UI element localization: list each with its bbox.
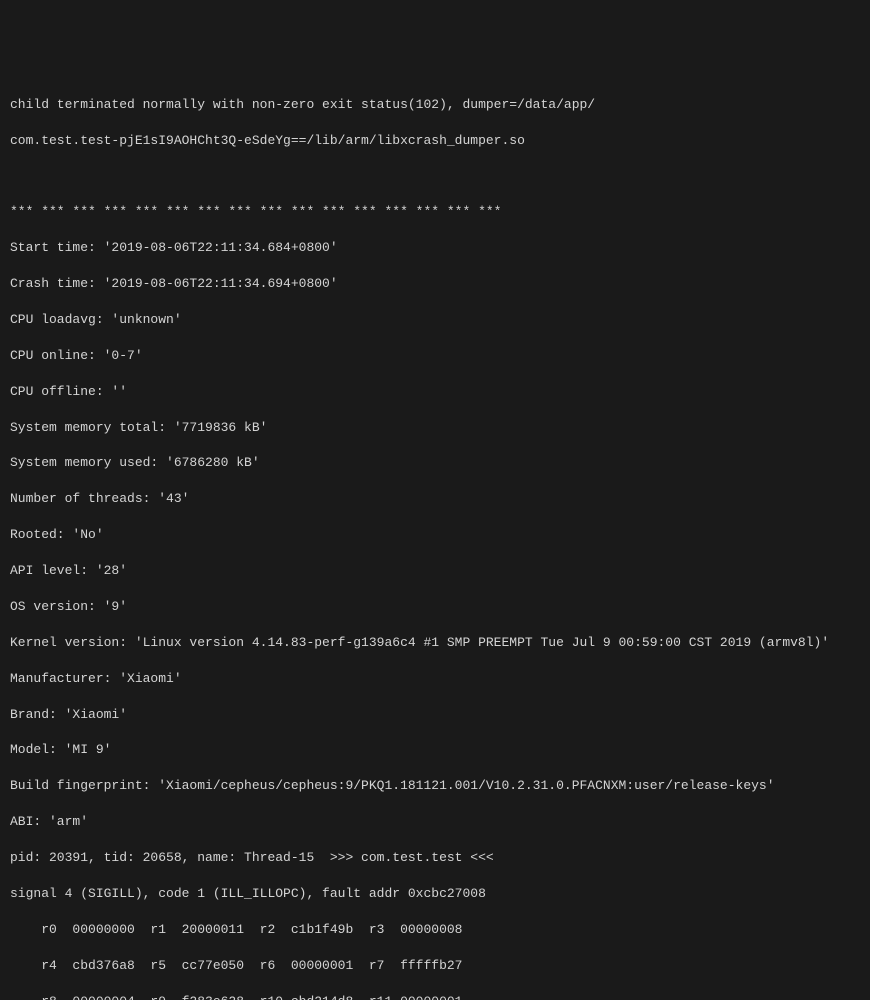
model: Model: 'MI 9' <box>10 741 860 759</box>
kernel-version: Kernel version: 'Linux version 4.14.83-p… <box>10 634 860 652</box>
brand: Brand: 'Xiaomi' <box>10 706 860 724</box>
blank-line <box>10 167 860 185</box>
pid-tid: pid: 20391, tid: 20658, name: Thread-15 … <box>10 849 860 867</box>
registers-row-1: r0 00000000 r1 20000011 r2 c1b1f49b r3 0… <box>10 921 860 939</box>
mem-used: System memory used: '6786280 kB' <box>10 454 860 472</box>
rooted: Rooted: 'No' <box>10 526 860 544</box>
cpu-loadavg: CPU loadavg: 'unknown' <box>10 311 860 329</box>
crash-log-output: child terminated normally with non-zero … <box>10 78 860 1000</box>
manufacturer: Manufacturer: 'Xiaomi' <box>10 670 860 688</box>
separator-line: *** *** *** *** *** *** *** *** *** *** … <box>10 203 860 221</box>
build-fingerprint: Build fingerprint: 'Xiaomi/cepheus/cephe… <box>10 777 860 795</box>
abi: ABI: 'arm' <box>10 813 860 831</box>
header-line-1: child terminated normally with non-zero … <box>10 96 860 114</box>
mem-total: System memory total: '7719836 kB' <box>10 419 860 437</box>
registers-row-3: r8 00000004 r9 f283e628 r10 cbd214d8 r11… <box>10 993 860 1000</box>
os-version: OS version: '9' <box>10 598 860 616</box>
registers-row-2: r4 cbd376a8 r5 cc77e050 r6 00000001 r7 f… <box>10 957 860 975</box>
api-level: API level: '28' <box>10 562 860 580</box>
crash-time: Crash time: '2019-08-06T22:11:34.694+080… <box>10 275 860 293</box>
header-line-2: com.test.test-pjE1sI9AOHCht3Q-eSdeYg==/l… <box>10 132 860 150</box>
cpu-online: CPU online: '0-7' <box>10 347 860 365</box>
cpu-offline: CPU offline: '' <box>10 383 860 401</box>
signal-info: signal 4 (SIGILL), code 1 (ILL_ILLOPC), … <box>10 885 860 903</box>
num-threads: Number of threads: '43' <box>10 490 860 508</box>
start-time: Start time: '2019-08-06T22:11:34.684+080… <box>10 239 860 257</box>
